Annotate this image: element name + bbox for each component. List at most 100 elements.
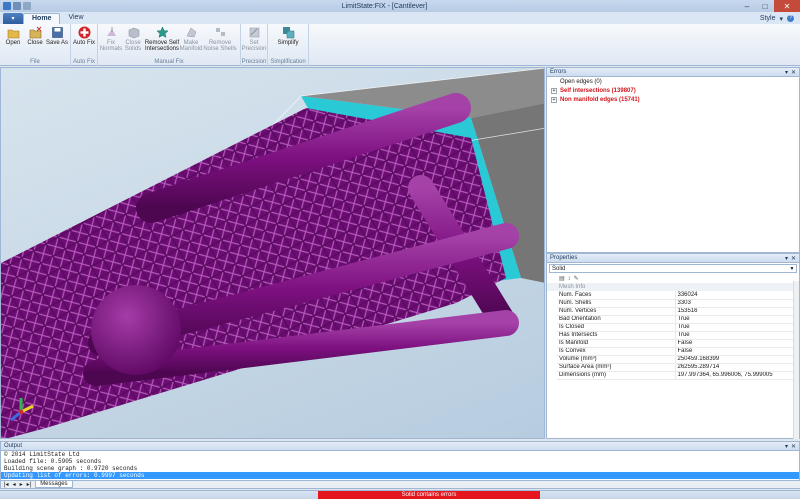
simplify-button[interactable]: Simplify bbox=[270, 25, 306, 58]
property-value: True bbox=[675, 323, 793, 332]
property-key: Is Manifold bbox=[557, 339, 676, 348]
errors-panel-title: Errors bbox=[550, 69, 567, 75]
object-select[interactable]: Solid ▼ bbox=[549, 264, 797, 273]
title-bar: LimitState:FIX - [Cantilever] – □ ✕ bbox=[0, 0, 800, 12]
property-row[interactable]: Num. Shells 3303 bbox=[557, 299, 793, 308]
property-key: Is Closed bbox=[557, 323, 676, 332]
properties-panel: Properties ▾ ✕ Solid ▼ ▤ ↕ ✎ Mesh Info Nu… bbox=[546, 253, 800, 439]
manifold-icon bbox=[185, 26, 198, 39]
property-row[interactable]: Has Intersects True bbox=[557, 331, 793, 340]
properties-panel-title: Properties bbox=[550, 255, 578, 261]
set-precision-button[interactable]: Set Precision bbox=[242, 25, 266, 58]
close-solids-button[interactable]: Close Solids bbox=[122, 25, 144, 58]
output-line-selected[interactable]: Updating list of errors: 0.9997 seconds bbox=[1, 472, 799, 479]
property-pages-icon[interactable]: ✎ bbox=[574, 275, 579, 282]
ribbon: Open Close Save As File Auto Fix Auto Fi… bbox=[0, 24, 800, 66]
ribbon-group-manual-fix: Fix Normals Close Solids Remove Self Int… bbox=[98, 24, 241, 66]
panel-close-icon[interactable]: ✕ bbox=[791, 443, 796, 450]
properties-grid: Num. Faces 336024 Num. Shells 3303 Num. Vert… bbox=[557, 291, 793, 380]
sphere-joint bbox=[91, 285, 181, 375]
errors-panel: Errors ▾ ✕ Open edges (0) + Self intersec… bbox=[546, 67, 800, 253]
pin-icon[interactable]: ▾ bbox=[785, 443, 788, 450]
error-item-open-edges[interactable]: Open edges (0) bbox=[547, 77, 799, 86]
property-row[interactable]: Is Convex False bbox=[557, 347, 793, 356]
style-menu[interactable]: Style bbox=[760, 15, 776, 22]
help-icon[interactable]: ? bbox=[787, 15, 794, 22]
category-mesh-info[interactable]: Mesh Info bbox=[547, 283, 799, 291]
tab-home[interactable]: Home bbox=[23, 13, 61, 24]
property-row[interactable]: Is Closed True bbox=[557, 323, 793, 332]
remove-self-intersections-button[interactable]: Remove Self Intersections bbox=[144, 25, 180, 58]
nav-first-icon[interactable]: |◂ bbox=[4, 481, 9, 488]
ribbon-group-auto-fix: Auto Fix Auto Fix bbox=[71, 24, 98, 66]
property-key: Num. Faces bbox=[557, 291, 676, 300]
remove-noise-shells-button[interactable]: Remove Noise Shells bbox=[202, 25, 238, 58]
properties-scrollbar[interactable] bbox=[793, 281, 799, 439]
minimize-button[interactable]: – bbox=[738, 0, 756, 12]
folder-close-icon bbox=[29, 26, 42, 39]
property-row[interactable]: Num. Vertices 153516 bbox=[557, 307, 793, 316]
maximize-button[interactable]: □ bbox=[756, 0, 774, 12]
undo-quick-icon[interactable] bbox=[23, 2, 31, 10]
status-error-message: Solid contains errors bbox=[318, 491, 540, 499]
ribbon-tabs: ▾ Home View Style ▾ ? bbox=[0, 12, 800, 24]
property-row[interactable]: Volume (mm³) 250459.168399 bbox=[557, 355, 793, 364]
property-key: Has Intersects bbox=[557, 331, 676, 340]
sort-alpha-icon[interactable]: ↕ bbox=[568, 276, 571, 282]
property-row[interactable]: Dimensions (mm) 197.997364, 65.996006, 75… bbox=[557, 371, 793, 380]
property-key: Dimensions (mm) bbox=[557, 371, 676, 380]
quick-access-toolbar bbox=[3, 2, 31, 10]
property-row[interactable]: Bad Orientation True bbox=[557, 315, 793, 324]
style-dropdown-icon[interactable]: ▾ bbox=[779, 15, 783, 23]
error-item-self-intersections[interactable]: + Self intersections (139807) bbox=[547, 86, 799, 95]
tab-view[interactable]: View bbox=[60, 13, 91, 24]
error-item-non-manifold-edges[interactable]: + Non manifold edges (15741) bbox=[547, 95, 799, 104]
ribbon-group-file: Open Close Save As File bbox=[0, 24, 71, 66]
property-key: Volume (mm³) bbox=[557, 355, 676, 364]
close-button[interactable]: Close bbox=[24, 25, 46, 58]
fix-normals-button[interactable]: Fix Normals bbox=[100, 25, 122, 58]
properties-panel-header: Properties ▾ ✕ bbox=[547, 254, 799, 263]
property-row[interactable]: Num. Faces 336024 bbox=[557, 291, 793, 300]
close-window-button[interactable]: ✕ bbox=[774, 0, 800, 12]
noise-shells-icon bbox=[214, 26, 227, 39]
app-window: LimitState:FIX - [Cantilever] – □ ✕ ▾ Ho… bbox=[0, 0, 800, 499]
floppy-disk-icon bbox=[51, 26, 64, 39]
chevron-down-icon[interactable]: ▼ bbox=[788, 266, 796, 272]
status-bar: Solid contains errors bbox=[0, 490, 800, 499]
auto-fix-button[interactable]: Auto Fix bbox=[73, 25, 95, 58]
3d-viewport[interactable] bbox=[0, 67, 545, 439]
folder-open-icon bbox=[7, 26, 20, 39]
tab-messages[interactable]: Messages bbox=[35, 481, 73, 488]
panel-close-icon[interactable]: ✕ bbox=[791, 69, 796, 76]
property-key: Surface Area (mm²) bbox=[557, 363, 676, 372]
app-logo-icon[interactable] bbox=[3, 2, 11, 10]
save-as-button[interactable]: Save As bbox=[46, 25, 68, 58]
open-button[interactable]: Open bbox=[2, 25, 24, 58]
property-row[interactable]: Is Manifold False bbox=[557, 339, 793, 348]
property-value: True bbox=[675, 315, 793, 324]
property-row[interactable]: Surface Area (mm²) 262595.289714 bbox=[557, 363, 793, 372]
property-key: Is Convex bbox=[557, 347, 676, 356]
nav-next-icon[interactable]: ▸ bbox=[20, 481, 23, 488]
pin-icon[interactable]: ▾ bbox=[785, 255, 788, 262]
lattice-body bbox=[1, 108, 506, 438]
red-cross-icon bbox=[78, 26, 91, 39]
output-line: Building scene graph : 0.9720 seconds bbox=[4, 465, 138, 472]
output-panel-header: Output ▾ ✕ bbox=[1, 442, 799, 451]
normals-icon bbox=[105, 26, 118, 39]
application-menu-button[interactable]: ▾ bbox=[3, 13, 23, 24]
categorized-icon[interactable]: ▤ bbox=[559, 275, 565, 282]
expand-icon[interactable]: + bbox=[551, 96, 557, 103]
property-value: False bbox=[675, 347, 793, 356]
property-value: 336024 bbox=[675, 291, 793, 300]
nav-prev-icon[interactable]: ◂ bbox=[13, 481, 16, 488]
pin-icon[interactable]: ▾ bbox=[785, 69, 788, 76]
expand-icon[interactable]: + bbox=[551, 87, 557, 94]
output-line: © 2014 LimitState Ltd bbox=[4, 451, 80, 458]
panel-close-icon[interactable]: ✕ bbox=[791, 255, 796, 262]
make-manifold-button[interactable]: Make Manifold bbox=[180, 25, 202, 58]
nav-last-icon[interactable]: ▸| bbox=[27, 481, 32, 488]
save-quick-icon[interactable] bbox=[13, 2, 21, 10]
property-value: True bbox=[675, 331, 793, 340]
